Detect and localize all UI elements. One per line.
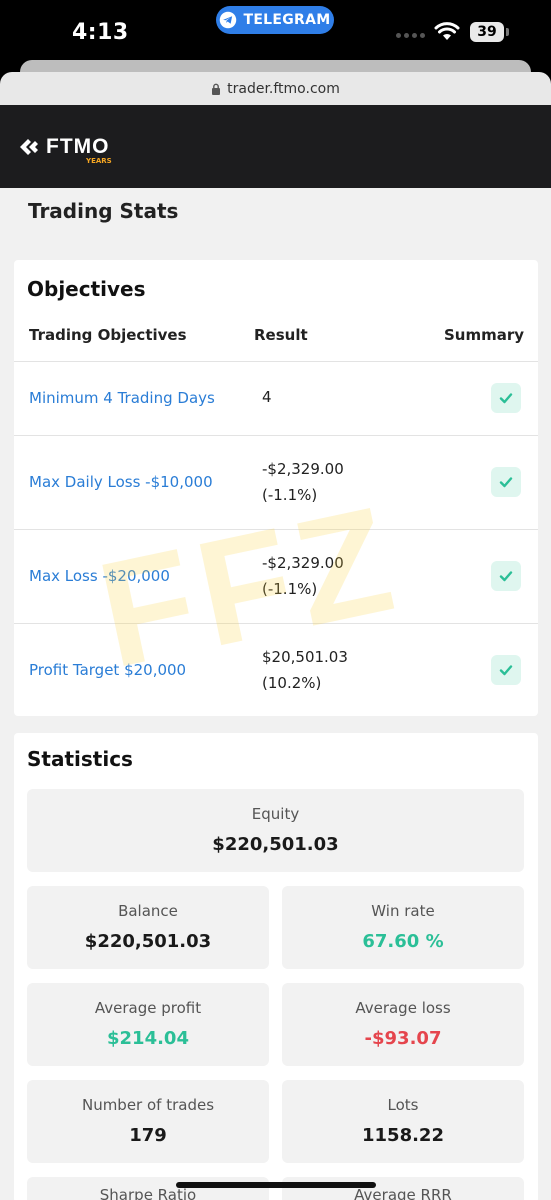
telegram-icon	[220, 11, 237, 29]
main-content: Trading Stats Objectives Trading Objecti…	[0, 188, 551, 1200]
result-percent: (-1.1%)	[262, 486, 318, 504]
site-header: FTMO YEARS	[0, 105, 551, 188]
passed-check-icon	[491, 655, 521, 685]
average-profit-value: $214.04	[107, 1028, 189, 1049]
equity-value: $220,501.03	[212, 834, 339, 855]
cellular-signal-icon	[396, 33, 425, 38]
passed-check-icon	[491, 467, 521, 497]
statistics-title: Statistics	[27, 747, 133, 771]
result-value: -$2,329.00	[262, 554, 344, 572]
number-of-trades-value: 179	[129, 1125, 167, 1146]
ftmo-logo-years: YEARS	[86, 157, 112, 165]
page-title: Trading Stats	[28, 199, 179, 223]
lots-tile: Lots 1158.22	[282, 1080, 524, 1163]
browser-url-bar[interactable]: trader.ftmo.com	[0, 72, 551, 106]
average-loss-tile: Average loss -$93.07	[282, 983, 524, 1066]
objective-result: $20,501.03 (10.2%)	[262, 644, 348, 696]
objective-result: 4	[262, 384, 272, 410]
win-rate-value: 67.60 %	[362, 931, 444, 952]
win-rate-label: Win rate	[371, 902, 435, 920]
objectives-card: Objectives Trading Objectives Result Sum…	[14, 260, 538, 716]
ftmo-logo-mark-icon	[20, 139, 38, 155]
balance-label: Balance	[118, 902, 178, 920]
objectives-title: Objectives	[27, 277, 146, 301]
wifi-icon	[434, 22, 460, 40]
sharpe-ratio-tile: Sharpe Ratio	[27, 1177, 269, 1200]
objective-name[interactable]: Profit Target $20,000	[29, 661, 186, 679]
objective-result: -$2,329.00 (-1.1%)	[262, 550, 344, 602]
equity-label: Equity	[251, 805, 300, 823]
result-value: 4	[262, 388, 272, 406]
ftmo-logo-text: FTMO	[46, 135, 110, 158]
lots-value: 1158.22	[362, 1125, 444, 1146]
win-rate-tile: Win rate 67.60 %	[282, 886, 524, 969]
url-text: trader.ftmo.com	[227, 81, 340, 97]
lots-label: Lots	[387, 1096, 419, 1114]
home-indicator[interactable]	[176, 1182, 376, 1188]
result-percent: (10.2%)	[262, 674, 322, 692]
equity-tile: Equity $220,501.03	[27, 789, 524, 872]
number-of-trades-label: Number of trades	[81, 1096, 215, 1114]
balance-value: $220,501.03	[84, 931, 212, 952]
result-value: $20,501.03	[262, 648, 348, 666]
telegram-label: TELEGRAM	[243, 12, 331, 28]
number-of-trades-tile: Number of trades 179	[27, 1080, 269, 1163]
ftmo-logo[interactable]: FTMO YEARS	[18, 135, 112, 165]
average-loss-value: -$93.07	[364, 1028, 442, 1049]
status-bar: 4:13 TELEGRAM 39	[0, 0, 551, 62]
objective-name[interactable]: Max Loss -$20,000	[29, 567, 170, 585]
passed-check-icon	[491, 561, 521, 591]
passed-check-icon	[491, 383, 521, 413]
column-header-summary: Summary	[444, 326, 525, 344]
average-rrr-tile: Average RRR	[282, 1177, 524, 1200]
sharpe-ratio-label: Sharpe Ratio	[99, 1186, 197, 1200]
column-header-objectives: Trading Objectives	[29, 326, 187, 344]
objective-row: Max Loss -$20,000 -$2,329.00 (-1.1%)	[14, 529, 538, 623]
telegram-pill[interactable]: TELEGRAM	[216, 6, 334, 34]
result-percent: (-1.1%)	[262, 580, 318, 598]
result-value: -$2,329.00	[262, 460, 344, 478]
battery-tip	[506, 28, 509, 36]
average-loss-label: Average loss	[355, 999, 451, 1017]
average-profit-tile: Average profit $214.04	[27, 983, 269, 1066]
statistics-card: Statistics Equity $220,501.03 Balance $2…	[14, 733, 538, 1200]
objective-name[interactable]: Max Daily Loss -$10,000	[29, 473, 213, 491]
balance-tile: Balance $220,501.03	[27, 886, 269, 969]
average-profit-label: Average profit	[94, 999, 202, 1017]
objective-row: Max Daily Loss -$10,000 -$2,329.00 (-1.1…	[14, 435, 538, 529]
column-header-result: Result	[254, 326, 308, 344]
objective-result: -$2,329.00 (-1.1%)	[262, 456, 344, 508]
objective-name[interactable]: Minimum 4 Trading Days	[29, 389, 215, 407]
lock-icon	[212, 83, 221, 95]
objective-row: Minimum 4 Trading Days 4	[14, 361, 538, 435]
battery-indicator: 39	[470, 22, 504, 42]
average-rrr-label: Average RRR	[354, 1186, 452, 1200]
objective-row: Profit Target $20,000 $20,501.03 (10.2%)	[14, 623, 538, 716]
clock: 4:13	[72, 20, 129, 45]
